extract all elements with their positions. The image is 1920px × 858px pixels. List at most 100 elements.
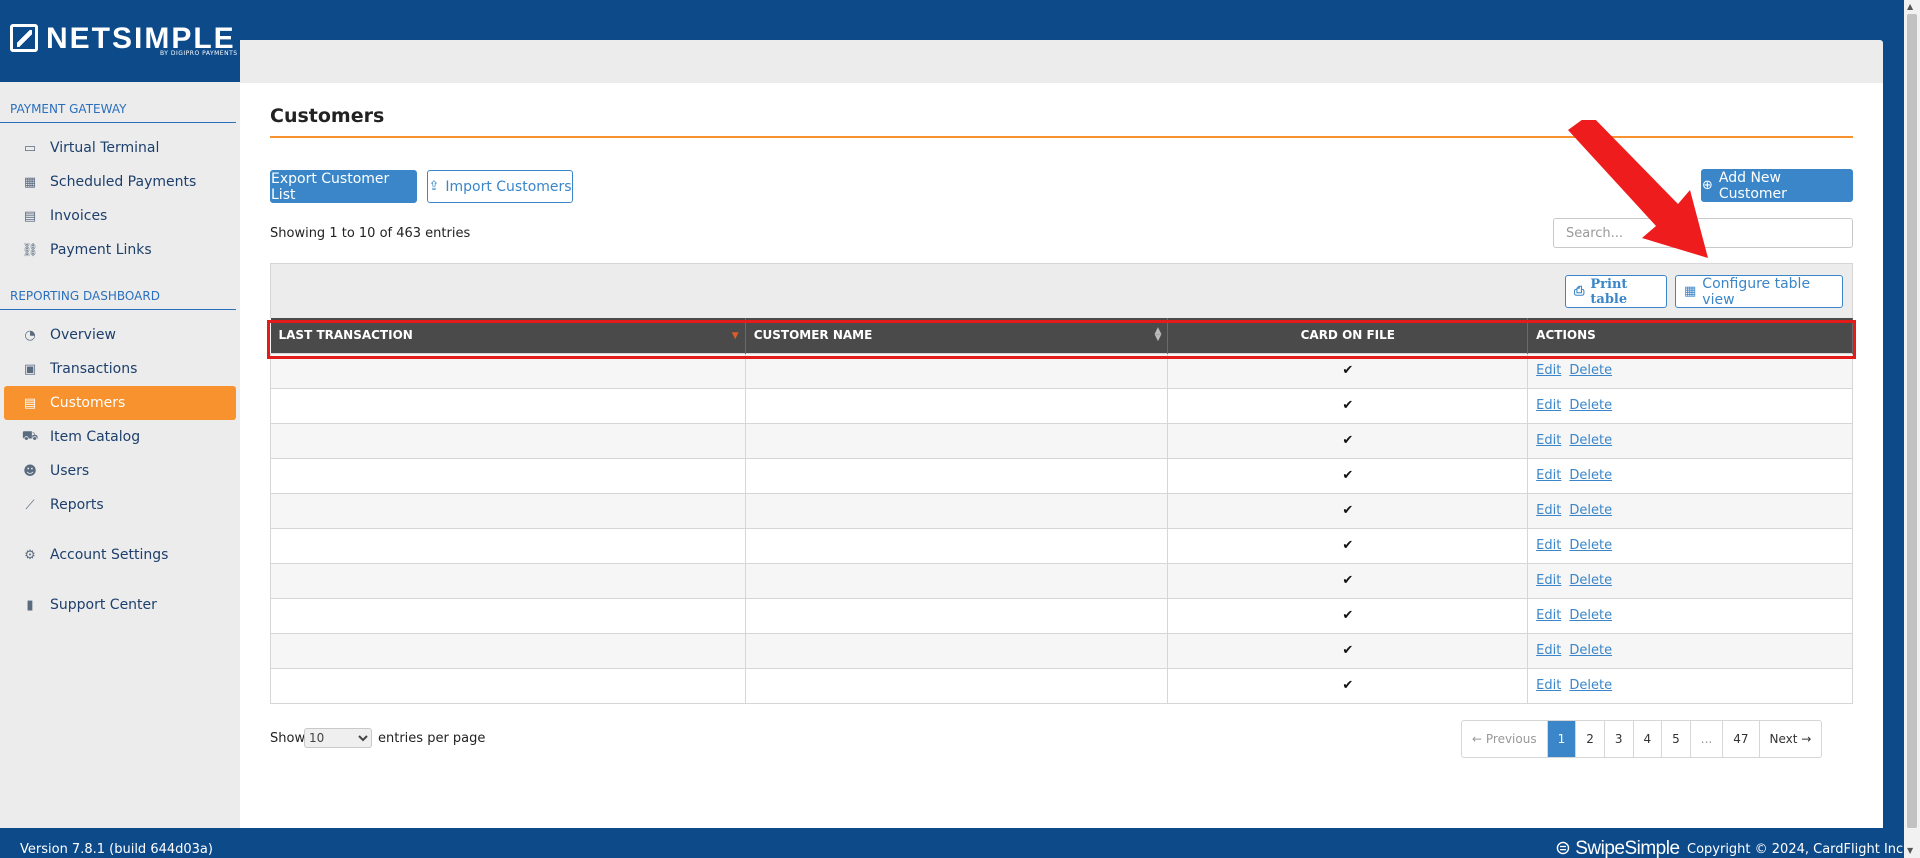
table-row: ✔ Edit Delete — [270, 632, 1853, 669]
delete-link[interactable]: Delete — [1569, 573, 1612, 588]
sidebar-item-label: Invoices — [50, 208, 108, 224]
search-input[interactable] — [1553, 218, 1853, 248]
section-label-reporting-dashboard: REPORTING DASHBOARD — [0, 289, 236, 310]
page-button-2[interactable]: 2 — [1576, 721, 1605, 757]
table-icon: ▦ — [1684, 284, 1697, 299]
sidebar-item-item-catalog[interactable]: ⛟ Item Catalog — [4, 420, 236, 454]
sidebar-item-reports[interactable]: ⟋ Reports — [4, 488, 236, 522]
nav-list-reporting-dashboard: ◔ Overview ▣ Transactions ▤ Customers ⛟ … — [0, 310, 240, 622]
cell-actions: Edit Delete — [1527, 492, 1853, 529]
sidebar-item-invoices[interactable]: ▤ Invoices — [4, 199, 236, 233]
card-on-file-check-icon: ✔ — [1167, 387, 1529, 424]
sidebar-item-scheduled-payments[interactable]: ▦ Scheduled Payments — [4, 165, 236, 199]
edit-link[interactable]: Edit — [1536, 398, 1561, 413]
card-on-file-check-icon: ✔ — [1167, 457, 1529, 494]
swipesimple-logo: ⊜ SwipeSimple — [1555, 838, 1680, 858]
page-button-47[interactable]: 47 — [1723, 721, 1760, 757]
entries-per-page-select[interactable]: 10 — [304, 728, 372, 748]
scrollbar-thumb[interactable] — [1907, 14, 1917, 828]
delete-link[interactable]: Delete — [1569, 363, 1612, 378]
configure-table-view-button[interactable]: ▦ Configure table view — [1675, 275, 1843, 308]
delete-link[interactable]: Delete — [1569, 643, 1612, 658]
page-button-5[interactable]: 5 — [1662, 721, 1691, 757]
page-title: Customers — [270, 105, 385, 127]
column-header-customer-name[interactable]: CUSTOMER NAME ▲ ▼ — [745, 318, 1169, 353]
cell-customer-name — [744, 597, 1169, 634]
cell-customer-name — [744, 562, 1169, 599]
previous-page-button: ← Previous — [1462, 721, 1548, 757]
print-table-button[interactable]: ⎙ Print table — [1565, 275, 1667, 308]
sidebar-item-transactions[interactable]: ▣ Transactions — [4, 352, 236, 386]
card-on-file-check-icon: ✔ — [1167, 597, 1529, 634]
scroll-down-icon[interactable]: ▼ — [1907, 846, 1913, 855]
card-on-file-check-icon: ✔ — [1167, 667, 1529, 704]
delete-link[interactable]: Delete — [1569, 503, 1612, 518]
column-header-label: LAST TRANSACTION — [278, 328, 413, 343]
sidebar-item-account-settings[interactable]: ⚙ Account Settings — [4, 538, 236, 572]
sidebar-item-label: Customers — [50, 395, 126, 411]
sort-desc-icon: ▼ — [731, 331, 739, 341]
import-customers-button[interactable]: ⇪ Import Customers — [427, 170, 573, 203]
configure-table-view-label: Configure table view — [1702, 275, 1811, 308]
cell-last-transaction — [270, 597, 746, 634]
book-icon: ▮ — [26, 597, 34, 613]
sidebar-item-label: Virtual Terminal — [50, 140, 160, 156]
table-row: ✔ Edit Delete — [270, 597, 1853, 634]
page-button-3[interactable]: 3 — [1605, 721, 1634, 757]
column-header-label: ACTIONS — [1536, 328, 1596, 343]
delete-link[interactable]: Delete — [1569, 678, 1612, 693]
table-row: ✔ Edit Delete — [270, 562, 1853, 599]
next-page-button[interactable]: Next → — [1760, 721, 1822, 757]
cell-actions: Edit Delete — [1527, 562, 1853, 599]
delete-link[interactable]: Delete — [1569, 433, 1612, 448]
nav-list-payment-gateway: ▭ Virtual Terminal ▦ Scheduled Payments … — [0, 123, 240, 267]
edit-link[interactable]: Edit — [1536, 468, 1561, 483]
export-customer-list-button[interactable]: Export Customer List — [270, 170, 417, 203]
column-header-last-transaction[interactable]: LAST TRANSACTION ▼ — [270, 318, 746, 353]
delete-link[interactable]: Delete — [1569, 398, 1612, 413]
edit-link[interactable]: Edit — [1536, 643, 1561, 658]
cell-customer-name — [744, 492, 1169, 529]
edit-link[interactable]: Edit — [1536, 538, 1561, 553]
table-row: ✔ Edit Delete — [270, 352, 1853, 389]
page-button-4[interactable]: 4 — [1634, 721, 1663, 757]
calendar-icon: ▦ — [23, 174, 37, 190]
scrollbar[interactable]: ▲ ▼ — [1904, 0, 1920, 858]
delete-link[interactable]: Delete — [1569, 468, 1612, 483]
sidebar-item-support-center[interactable]: ▮ Support Center — [4, 588, 236, 622]
sidebar-item-payment-links[interactable]: ⛓ Payment Links — [4, 233, 236, 267]
edit-link[interactable]: Edit — [1536, 363, 1561, 378]
table-row: ✔ Edit Delete — [270, 387, 1853, 424]
sort-both-icon: ▲ ▼ — [1154, 326, 1162, 343]
cell-actions: Edit Delete — [1527, 667, 1853, 704]
table-row: ✔ Edit Delete — [270, 527, 1853, 564]
credit-card-icon: ▭ — [23, 140, 37, 156]
scroll-up-icon[interactable]: ▲ — [1907, 2, 1913, 11]
delete-link[interactable]: Delete — [1569, 608, 1612, 623]
edit-link[interactable]: Edit — [1536, 503, 1561, 518]
cell-actions: Edit Delete — [1527, 527, 1853, 564]
sidebar-item-overview[interactable]: ◔ Overview — [4, 318, 236, 352]
edit-link[interactable]: Edit — [1536, 573, 1561, 588]
cell-last-transaction — [270, 387, 746, 424]
delete-link[interactable]: Delete — [1569, 538, 1612, 553]
add-new-customer-label: Add New Customer — [1718, 169, 1787, 202]
card-on-file-check-icon: ✔ — [1167, 352, 1529, 389]
cell-last-transaction — [270, 562, 746, 599]
sidebar-item-users[interactable]: ☻ Users — [4, 454, 236, 488]
brand-subtitle: BY DIGIPRO PAYMENTS — [160, 50, 238, 57]
plus-circle-icon: ⊕ — [1702, 178, 1713, 193]
edit-link[interactable]: Edit — [1536, 608, 1561, 623]
table-toolbar: ⎙ Print table ▦ Configure table view — [270, 263, 1853, 318]
cell-last-transaction — [270, 422, 746, 459]
table-body: ✔ Edit Delete ✔ Edit Delete ✔ Edit Delete ✔ Edit De… — [270, 352, 1853, 704]
sidebar-item-customers[interactable]: ▤ Customers — [4, 386, 236, 420]
edit-link[interactable]: Edit — [1536, 678, 1561, 693]
version-text: Version 7.8.1 (build 644d03a) — [20, 842, 213, 857]
add-new-customer-button[interactable]: ⊕ Add New Customer — [1701, 169, 1853, 202]
edit-link[interactable]: Edit — [1536, 433, 1561, 448]
page-button-1[interactable]: 1 — [1547, 721, 1577, 757]
sidebar-item-virtual-terminal[interactable]: ▭ Virtual Terminal — [4, 131, 236, 165]
money-icon: ▣ — [23, 361, 37, 377]
cell-actions: Edit Delete — [1527, 597, 1853, 634]
